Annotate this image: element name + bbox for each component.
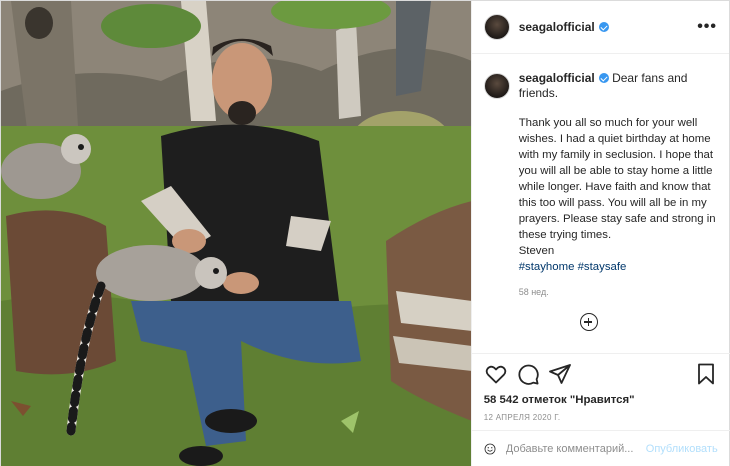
caption-time-ago[interactable]: 58 нед.: [519, 287, 718, 297]
bookmark-icon[interactable]: [694, 362, 718, 386]
instagram-post: seagalofficial ••• seagalofficial Dear f…: [0, 0, 730, 466]
add-comment-input[interactable]: [505, 443, 646, 455]
emoji-smile-icon[interactable]: [484, 439, 496, 459]
action-icons: [484, 362, 718, 386]
caption-hashtags: #stayhome #staysafe: [519, 259, 718, 275]
post-date[interactable]: 12 АПРЕЛЯ 2020 Г.: [484, 413, 718, 422]
verified-badge-icon: [598, 22, 609, 32]
caption-username[interactable]: seagalofficial: [519, 71, 595, 85]
share-icon[interactable]: [548, 362, 572, 386]
load-more-comments-button[interactable]: [579, 313, 598, 331]
publish-button[interactable]: Опубликовать: [646, 443, 718, 455]
caption-author-avatar[interactable]: [483, 73, 510, 99]
post-actions: 58 542 отметок "Нравится" 12 АПРЕЛЯ 2020…: [471, 353, 730, 422]
comments-area[interactable]: seagalofficial Dear fans and friends. Th…: [472, 55, 730, 352]
caption-text: Thank you all so much for your well wish…: [518, 117, 716, 257]
post-side-panel: seagalofficial ••• seagalofficial Dear f…: [470, 1, 730, 466]
add-comment-bar: Опубликовать: [471, 430, 730, 466]
comment-icon[interactable]: [516, 362, 540, 386]
caption-body: seagalofficial Dear fans and friends. Th…: [519, 71, 718, 297]
more-options-icon[interactable]: •••: [697, 18, 717, 36]
post-photo-illustration: [1, 1, 471, 466]
post-photo[interactable]: [1, 1, 471, 466]
like-heart-icon[interactable]: [484, 362, 508, 386]
caption: seagalofficial Dear fans and friends. Th…: [483, 71, 718, 297]
post-header: seagalofficial •••: [471, 1, 729, 54]
hashtag-link[interactable]: #stayhome: [519, 261, 575, 273]
likes-count[interactable]: 58 542 отметок "Нравится": [484, 394, 718, 406]
caption-verified-badge-icon: [598, 73, 609, 83]
caption-first-line: seagalofficial Dear fans and friends.: [519, 71, 718, 101]
hashtag-link[interactable]: #staysafe: [578, 261, 627, 273]
author-avatar[interactable]: [483, 14, 510, 40]
author-username[interactable]: seagalofficial: [519, 20, 595, 34]
